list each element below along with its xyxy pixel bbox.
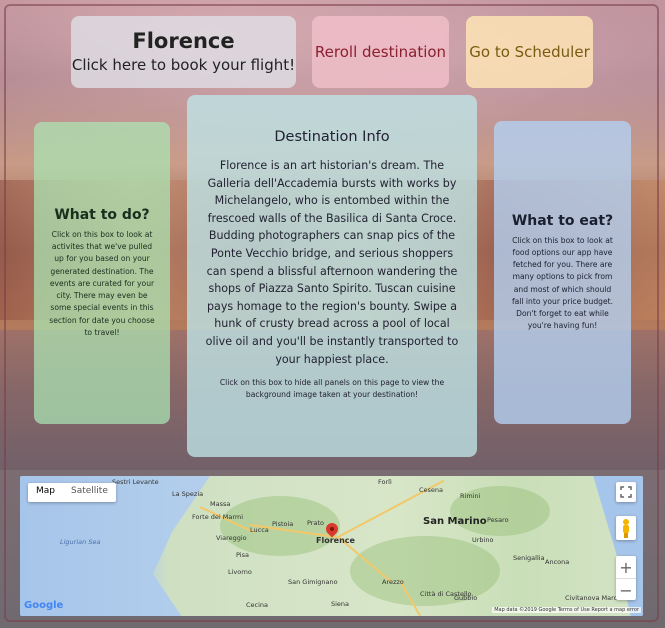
- map-label: Lucca: [250, 526, 269, 534]
- go-to-scheduler-button[interactable]: Go to Scheduler: [466, 16, 593, 88]
- map-label: Senigallia: [513, 554, 545, 562]
- map-label: Siena: [331, 600, 350, 608]
- map-label: Forte dei Marmi: [192, 513, 244, 521]
- map-label: Rimini: [460, 492, 481, 500]
- marker-label: Florence: [316, 536, 355, 545]
- map-label-san-marino: San Marino: [423, 516, 487, 527]
- what-to-eat-title: What to eat?: [511, 212, 614, 229]
- map-label: Forlì: [378, 478, 392, 486]
- map-label: Cesena: [419, 486, 444, 494]
- map-label: Viareggio: [216, 534, 247, 542]
- fullscreen-icon: [620, 486, 632, 498]
- map-label: Massa: [210, 500, 231, 508]
- zoom-out-button[interactable]: −: [616, 578, 636, 601]
- what-to-do-text: Click on this box to look at activites t…: [49, 230, 155, 337]
- map-label: La Spezia: [172, 490, 204, 498]
- map-type-satellite-button[interactable]: Satellite: [63, 483, 116, 502]
- map-label: Ancona: [545, 558, 570, 566]
- map-label: Livorno: [228, 568, 252, 576]
- destination-info-panel[interactable]: Destination Info Florence is an art hist…: [187, 95, 477, 457]
- city-title: Florence: [132, 29, 235, 53]
- map-label: Sestri Levante: [112, 478, 159, 486]
- map-attribution[interactable]: Map data ©2019 Google Terms of Use Repor…: [492, 607, 641, 613]
- map-label-sea: Ligurian Sea: [60, 538, 101, 546]
- map-label: Cecina: [246, 601, 269, 609]
- map-label: San Gimignano: [288, 578, 338, 586]
- what-to-eat-panel[interactable]: What to eat? Click on this box to look a…: [494, 121, 631, 424]
- map-label: Pesaro: [487, 516, 509, 524]
- street-view-button[interactable]: [616, 516, 636, 540]
- map-label: Pistoia: [272, 520, 294, 528]
- map-label: Urbino: [472, 536, 494, 544]
- fullscreen-button[interactable]: [616, 482, 636, 502]
- google-logo: Google: [24, 600, 64, 611]
- what-to-eat-text: Click on this box to look at food option…: [511, 235, 614, 331]
- pegman-icon: [623, 519, 629, 538]
- zoom-control: + −: [616, 556, 636, 600]
- hide-panels-note: Click on this box to hide all panels on …: [219, 378, 445, 400]
- map-type-map-button[interactable]: Map: [28, 483, 63, 502]
- reroll-destination-button[interactable]: Reroll destination: [312, 16, 449, 88]
- map-label: Gubbio: [454, 594, 478, 602]
- map-label: Prato: [307, 519, 324, 527]
- map-label: Arezzo: [382, 578, 404, 586]
- zoom-in-button[interactable]: +: [616, 556, 636, 578]
- book-flight-label: Click here to book your flight!: [71, 56, 296, 74]
- what-to-do-title: What to do?: [54, 207, 150, 224]
- book-flight-button[interactable]: Florence Click here to book your flight!: [71, 16, 296, 88]
- what-to-do-panel[interactable]: What to do? Click on this box to look at…: [34, 122, 170, 424]
- map-label: Pisa: [236, 551, 249, 559]
- destination-info-title: Destination Info: [274, 129, 390, 145]
- destination-info-text: Florence is an art historian's dream. Th…: [205, 159, 459, 366]
- google-map[interactable]: Sestri Levante La Spezia Massa Forte dei…: [20, 476, 643, 616]
- map-type-control[interactable]: Map Satellite: [28, 483, 116, 502]
